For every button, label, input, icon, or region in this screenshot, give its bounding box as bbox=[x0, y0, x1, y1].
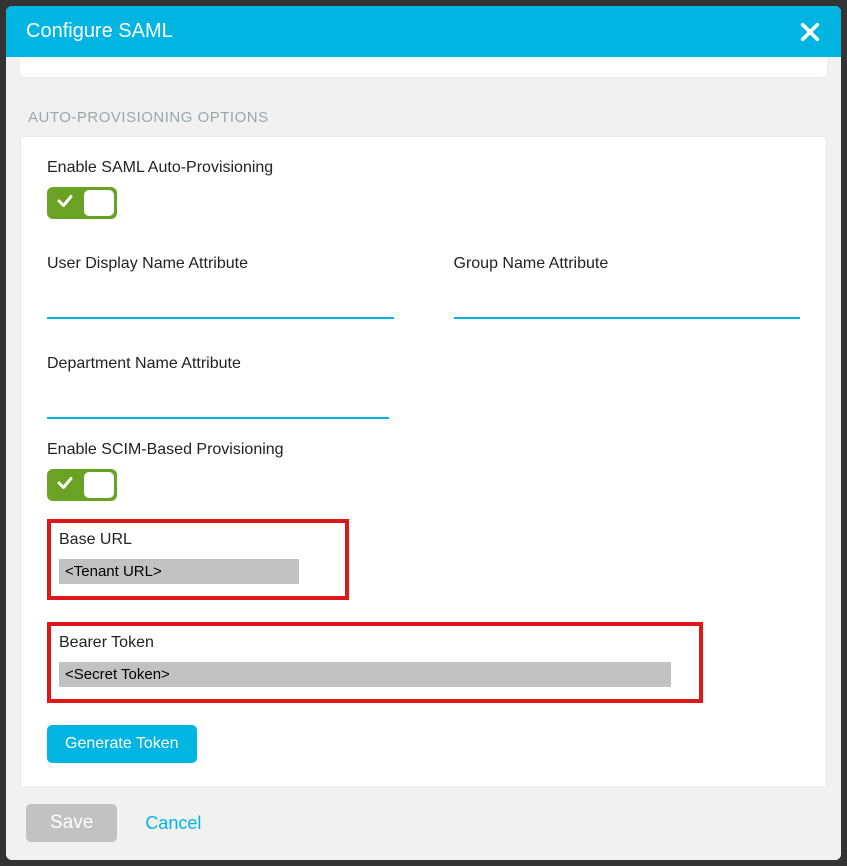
check-icon bbox=[50, 192, 80, 215]
enable-saml-label: Enable SAML Auto-Provisioning bbox=[47, 159, 800, 177]
close-icon bbox=[799, 21, 821, 43]
dialog-footer: Save Cancel bbox=[6, 786, 841, 860]
department-name-label: Department Name Attribute bbox=[47, 355, 389, 373]
base-url-label: Base URL bbox=[59, 531, 337, 549]
bearer-token-highlight: Bearer Token <Secret Token> bbox=[47, 622, 703, 703]
configure-saml-dialog: Configure SAML AUTO-PROVISIONING OPTIONS… bbox=[6, 6, 841, 860]
dialog-body[interactable]: AUTO-PROVISIONING OPTIONS Enable SAML Au… bbox=[6, 57, 841, 786]
user-display-name-input[interactable] bbox=[47, 283, 394, 319]
dialog-header: Configure SAML bbox=[6, 6, 841, 57]
previous-section-card bbox=[20, 57, 827, 77]
group-name-label: Group Name Attribute bbox=[454, 255, 801, 273]
toggle-knob bbox=[84, 472, 114, 498]
bearer-token-value[interactable]: <Secret Token> bbox=[59, 662, 671, 687]
dialog-title: Configure SAML bbox=[26, 20, 173, 43]
bearer-token-label: Bearer Token bbox=[59, 634, 691, 652]
save-button[interactable]: Save bbox=[26, 804, 117, 842]
enable-scim-toggle[interactable] bbox=[47, 469, 117, 501]
department-name-input[interactable] bbox=[47, 383, 389, 419]
check-icon bbox=[50, 474, 80, 497]
generate-token-button[interactable]: Generate Token bbox=[47, 725, 197, 763]
section-title: AUTO-PROVISIONING OPTIONS bbox=[28, 109, 827, 126]
cancel-link[interactable]: Cancel bbox=[145, 813, 201, 834]
enable-saml-toggle[interactable] bbox=[47, 187, 117, 219]
group-name-input[interactable] bbox=[454, 283, 801, 319]
toggle-knob bbox=[84, 190, 114, 216]
close-button[interactable] bbox=[799, 21, 821, 43]
auto-provisioning-card: Enable SAML Auto-Provisioning User Displ… bbox=[20, 136, 827, 786]
base-url-value[interactable]: <Tenant URL> bbox=[59, 559, 299, 584]
user-display-name-label: User Display Name Attribute bbox=[47, 255, 394, 273]
base-url-highlight: Base URL <Tenant URL> bbox=[47, 519, 349, 600]
enable-scim-label: Enable SCIM-Based Provisioning bbox=[47, 441, 800, 459]
